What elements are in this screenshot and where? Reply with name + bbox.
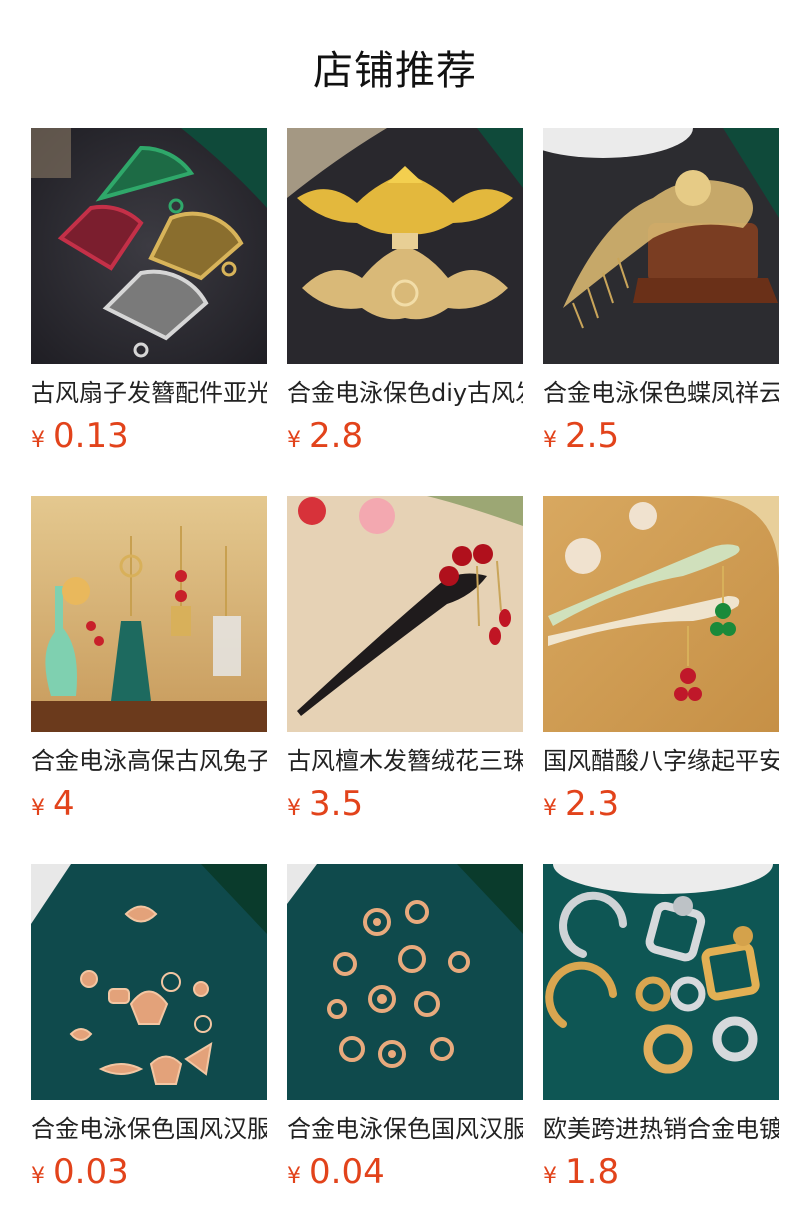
price-value: 2.3	[565, 784, 620, 824]
product-price: ¥ 0.03	[31, 1152, 267, 1192]
fan-pendant-image[interactable]	[31, 128, 267, 364]
price-value: 2.8	[309, 416, 364, 456]
product-card[interactable]: 合金电泳高保古风兔子流苏发簪 ¥ 4	[31, 496, 267, 864]
product-name[interactable]: 合金电泳保色蝶凤祥云发梳	[543, 376, 779, 410]
product-price: ¥ 0.13	[31, 416, 267, 456]
product-name[interactable]: 古风扇子发簪配件亚光镂空扇形吊坠	[31, 376, 267, 410]
product-grid: 古风扇子发簪配件亚光镂空扇形吊坠 ¥ 0.13 合金电泳	[31, 128, 779, 1232]
product-card[interactable]: 合金电泳保色蝶凤祥云发梳 ¥ 2.5	[543, 128, 779, 496]
currency-symbol: ¥	[543, 1164, 557, 1189]
currency-symbol: ¥	[31, 1164, 45, 1189]
price-value: 0.13	[53, 416, 129, 456]
gold-charms-image[interactable]	[31, 864, 267, 1100]
price-value: 3.5	[309, 784, 364, 824]
currency-symbol: ¥	[31, 428, 45, 453]
product-name[interactable]: 国风醋酸八字缘起平安发簪	[543, 744, 779, 778]
price-value: 0.03	[53, 1152, 129, 1192]
product-price: ¥ 1.8	[543, 1152, 779, 1192]
product-name[interactable]: 合金电泳保色国风汉服吊坠	[287, 1112, 523, 1146]
store-recommend-page: 店铺推荐 古风扇子发簪配件亚光 ¥ 0.13 合金电泳保色diy古风 ¥ 2.8…	[0, 0, 790, 1232]
wooden-hairpin-image[interactable]	[287, 496, 523, 732]
product-name[interactable]: 合金电泳保色国风汉服配件	[31, 1112, 267, 1146]
product-card[interactable]: 合金电泳保色国风汉服吊坠 ¥ 0.04	[287, 864, 523, 1232]
product-price: ¥ 4	[31, 784, 267, 824]
hair-comb-image[interactable]	[543, 128, 779, 364]
currency-symbol: ¥	[31, 796, 45, 821]
currency-symbol: ¥	[287, 796, 301, 821]
product-card[interactable]: 合金电泳保色diy古风发簪配件 ¥ 2.8	[287, 128, 523, 496]
product-price: ¥ 3.5	[287, 784, 523, 824]
product-card[interactable]: 古风檀木发簪绒花三珠流苏 ¥ 3.5	[287, 496, 523, 864]
product-price: ¥ 2.5	[543, 416, 779, 456]
price-value: 2.5	[565, 416, 620, 456]
price-value: 0.04	[309, 1152, 385, 1192]
gold-knots-image[interactable]	[287, 864, 523, 1100]
product-name[interactable]: 古风檀木发簪绒花三珠流苏	[287, 744, 523, 778]
product-price: ¥ 2.3	[543, 784, 779, 824]
metal-earrings-image[interactable]	[543, 864, 779, 1100]
acetate-hairpin-image[interactable]	[543, 496, 779, 732]
currency-symbol: ¥	[543, 796, 557, 821]
product-card[interactable]: 古风扇子发簪配件亚光镂空扇形吊坠 ¥ 0.13	[31, 128, 267, 496]
currency-symbol: ¥	[287, 428, 301, 453]
product-card[interactable]: 欧美跨进热销合金电镀耳环 ¥ 1.8	[543, 864, 779, 1232]
product-name[interactable]: 合金电泳高保古风兔子流苏发簪	[31, 744, 267, 778]
product-name[interactable]: 欧美跨进热销合金电镀耳环	[543, 1112, 779, 1146]
product-price: ¥ 2.8	[287, 416, 523, 456]
currency-symbol: ¥	[287, 1164, 301, 1189]
dragon-crown-image[interactable]	[287, 128, 523, 364]
tassel-pendants-image[interactable]	[31, 496, 267, 732]
price-value: 4	[53, 784, 75, 824]
product-card[interactable]: 国风醋酸八字缘起平安发簪 ¥ 2.3	[543, 496, 779, 864]
price-value: 1.8	[565, 1152, 620, 1192]
currency-symbol: ¥	[543, 428, 557, 453]
product-name[interactable]: 合金电泳保色diy古风发簪配件	[287, 376, 523, 410]
product-price: ¥ 0.04	[287, 1152, 523, 1192]
product-card[interactable]: 合金电泳保色国风汉服配件 ¥ 0.03	[31, 864, 267, 1232]
page-title: 店铺推荐	[313, 48, 477, 94]
